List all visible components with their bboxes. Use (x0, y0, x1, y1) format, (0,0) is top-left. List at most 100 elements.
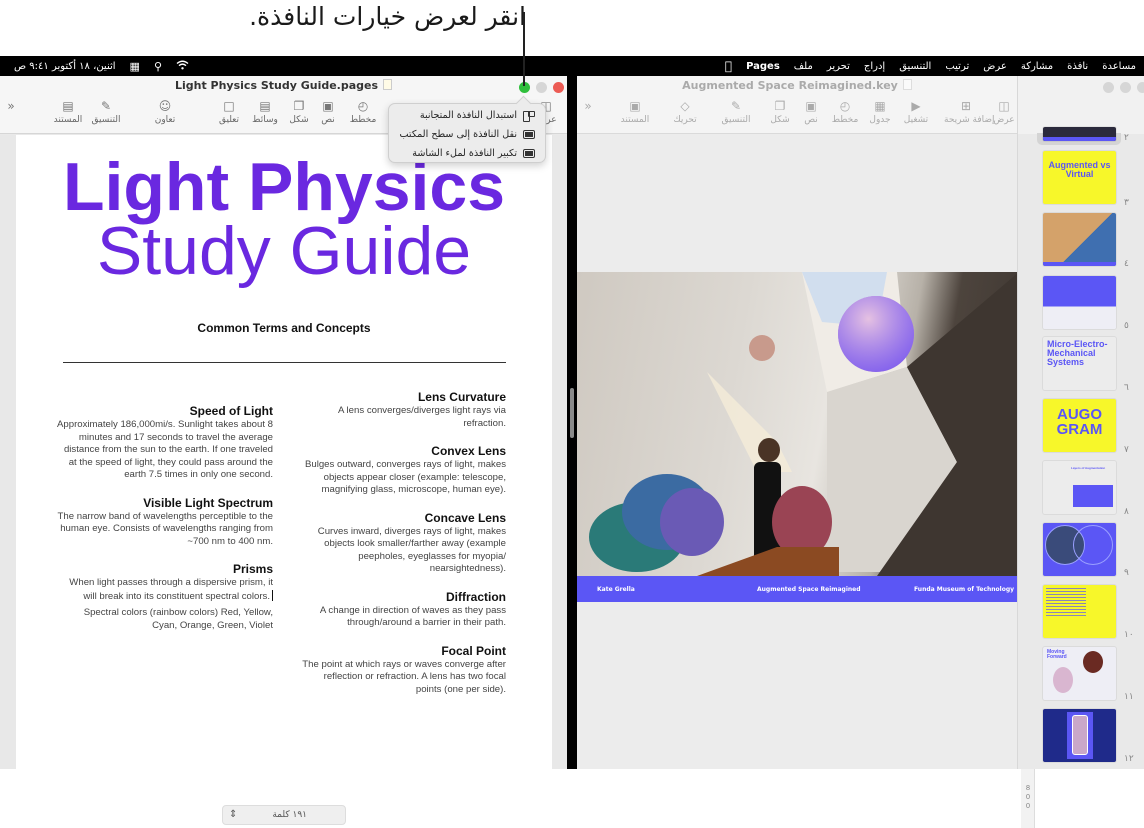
slide-photo[interactable] (577, 272, 1019, 576)
toolbar-shape-button[interactable]: ❐ شكل (758, 98, 802, 125)
wifi-icon[interactable] (176, 60, 189, 73)
menu-file[interactable]: ملف (794, 61, 813, 72)
slide-number: ٩ (1124, 568, 1129, 578)
footer-venue: Funda Museum of Technology (914, 586, 1015, 593)
control-center-icon[interactable]: ▦ (130, 60, 140, 73)
keynote-side-header (1018, 76, 1144, 134)
section-convex-lens[interactable]: Convex Lens Bulges outward, converges ra… (302, 444, 506, 497)
slide-thumbnail[interactable] (1043, 276, 1116, 329)
slide-number: ٤ (1124, 259, 1129, 269)
section-speed-of-light[interactable]: Speed of Light Approximately 186,000mi/s… (56, 404, 273, 482)
section-lens-curvature[interactable]: Lens Curvature A lens converges/diverges… (302, 390, 506, 430)
slide-thumbnail[interactable]: Moving Forward (1043, 647, 1116, 700)
section-body: Approximately 186,000mi/s. Sunlight take… (57, 419, 273, 480)
section-focal-point[interactable]: Focal Point The point at which rays or w… (302, 644, 506, 697)
title-line-1[interactable]: Light Physics (16, 153, 552, 221)
toolbar-comment-button[interactable]: □ تعليق (207, 98, 251, 125)
move-to-desktop-icon (523, 130, 535, 139)
toolbar-format-button[interactable]: ✎ التنسيق (714, 98, 758, 125)
keynote-titlebar: Augmented Space Reimagined.key » ◫ عرض ⊞ إ… (577, 76, 1017, 134)
clock[interactable]: اثنين، ١٨ أكتوبر ٩:٤١ ص (14, 61, 116, 72)
menu-item-move-to-desktop[interactable]: نقل النافذة إلى سطح المكتب (389, 126, 545, 143)
section-body: When light passes through a dispersive p… (69, 577, 273, 602)
toolbar-add-slide-button[interactable]: ⊞ إضافة شريحة (944, 98, 995, 125)
menu-window[interactable]: نافذة (1067, 61, 1088, 72)
toolbar-collaborate-button[interactable]: ☺ تعاون (143, 98, 187, 125)
slide-thumbnail[interactable] (1043, 127, 1116, 141)
document-title[interactable]: Light Physics Study Guide (16, 153, 552, 285)
toolbar-label: تعليق (218, 115, 240, 125)
slide-thumbnail[interactable]: Layers of Augmentation (1043, 461, 1116, 514)
menu-share[interactable]: مشاركة (1021, 61, 1053, 72)
menu-item-fullscreen[interactable]: تكبير النافذة لملء الشاشة (389, 145, 545, 162)
apple-menu-icon[interactable]:  (725, 59, 732, 73)
divider-handle[interactable] (570, 388, 574, 438)
toolbar-label: المستند (620, 115, 650, 125)
callout-annotation: انقر لعرض خيارات النافذة. (0, 0, 1144, 56)
callout-text: انقر لعرض خيارات النافذة. (249, 2, 526, 31)
menu-item-replace-tiled-window[interactable]: استبدال النافذة المتجانبة (389, 107, 545, 124)
word-count-text: ١٩١ كلمة (272, 810, 307, 820)
menu-format[interactable]: التنسيق (899, 61, 931, 72)
toolbar-overflow-button[interactable]: » (0, 98, 22, 114)
minimize-button[interactable] (536, 82, 547, 93)
thumbnail-title: AUGO GRAM (1056, 406, 1103, 438)
toolbar-animate-button[interactable]: ◇ تحريك (663, 98, 707, 125)
menu-item-label: استبدال النافذة المتجانبة (419, 110, 517, 121)
toolbar-document-button[interactable]: ▤ المستند (46, 98, 90, 125)
slide-number: ٨ (1124, 507, 1129, 517)
toolbar-document-button[interactable]: ▣ المستند (613, 98, 657, 125)
section-prisms[interactable]: Prisms When light passes through a dispe… (56, 562, 273, 632)
fullscreen-button[interactable] (1103, 82, 1114, 93)
menu-arrange[interactable]: ترتيب (945, 61, 969, 72)
document-proxy-icon[interactable] (383, 79, 393, 90)
section-concave-lens[interactable]: Concave Lens Curves inward, diverges ray… (302, 511, 506, 576)
slide-canvas[interactable]: Kate Grella Augmented Space Reimagined F… (577, 135, 1035, 828)
document-icon: ▤ (62, 99, 74, 113)
split-view-divider[interactable] (567, 76, 577, 769)
slide-thumbnail[interactable] (1043, 709, 1116, 762)
toolbar-format-button[interactable]: ✎ التنسيق (84, 98, 128, 125)
slide-thumbnail[interactable] (1043, 585, 1116, 638)
slide-thumbnail[interactable]: Augmented vs Virtual (1043, 151, 1116, 204)
section-body: A change in direction of waves as they p… (319, 604, 506, 629)
title-line-2[interactable]: Study Guide (16, 217, 552, 285)
pages-window-title: Light Physics Study Guide.pages (0, 79, 567, 92)
menu-view[interactable]: عرض (983, 61, 1007, 72)
menu-item-label: تكبير النافذة لملء الشاشة (412, 148, 517, 159)
slide-thumbnail[interactable] (1043, 523, 1116, 576)
document-page[interactable]: Light Physics Study Guide Common Terms a… (16, 135, 552, 769)
toolbar-label: المستند (53, 115, 83, 125)
thumbnail-title: Layers of Augmentation (1071, 466, 1106, 470)
slide-number: ٥ (1124, 321, 1129, 331)
section-visible-light-spectrum[interactable]: Visible Light Spectrum The narrow band o… (56, 496, 273, 549)
menu-insert[interactable]: إدراج (864, 61, 885, 72)
pages-canvas[interactable]: Light Physics Study Guide Common Terms a… (0, 135, 567, 825)
menu-app-name[interactable]: Pages (746, 61, 780, 72)
toolbar-view-button[interactable]: ◫ عرض (991, 98, 1017, 125)
section-extra: Spectral colors (rainbow colors) Red, Ye… (83, 607, 273, 631)
thumbnail-title: Moving Forward (1047, 649, 1067, 660)
section-diffraction[interactable]: Diffraction A change in direction of wav… (302, 590, 506, 630)
document-subtitle[interactable]: Common Terms and Concepts (16, 321, 552, 335)
toolbar-label: التنسيق (721, 115, 751, 125)
minimize-button[interactable] (1120, 82, 1131, 93)
word-count-control[interactable]: ١٩١ كلمة ⇕ (222, 805, 346, 825)
section-body: The narrow band of wavelengths perceptib… (57, 510, 273, 547)
menu-help[interactable]: مساعدة (1102, 61, 1136, 72)
close-button[interactable] (1137, 82, 1144, 93)
current-slide[interactable]: Kate Grella Augmented Space Reimagined F… (577, 272, 1019, 606)
footer-author: Kate Grella (597, 586, 635, 593)
menu-edit[interactable]: تحرير (827, 61, 850, 72)
left-column: Speed of Light Approximately 186,000mi/s… (56, 404, 273, 642)
close-button[interactable] (553, 82, 564, 93)
up-down-chevron-icon: ⇕ (229, 809, 238, 820)
fullscreen-button[interactable] (519, 82, 530, 93)
document-proxy-icon[interactable] (902, 79, 912, 90)
slide-thumbnail[interactable] (1043, 213, 1116, 266)
slide-thumbnail[interactable]: Micro-Electro-Mechanical Systems (1043, 337, 1116, 390)
toolbar-overflow-button[interactable]: » (577, 98, 599, 114)
search-icon[interactable]: ⚲ (154, 60, 162, 73)
slide-thumbnail[interactable]: AUGO GRAM (1043, 399, 1116, 452)
footer-title: Augmented Space Reimagined (757, 586, 861, 593)
